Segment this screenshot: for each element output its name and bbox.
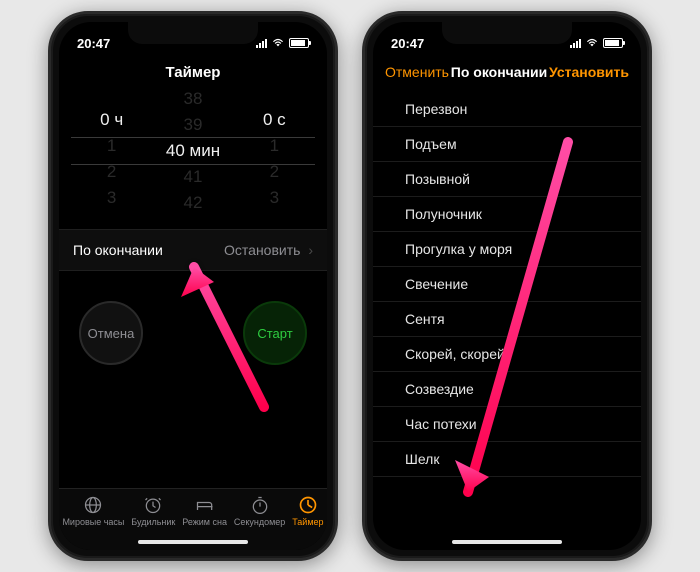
list-item[interactable]: Свечение	[373, 267, 641, 302]
tab-stopwatch[interactable]: Секундомер	[234, 495, 285, 527]
notch	[442, 22, 572, 44]
list-item[interactable]: Позывной	[373, 162, 641, 197]
when-ends-value: Остановить	[224, 242, 300, 258]
cancel-button[interactable]: Отмена	[79, 301, 143, 365]
globe-icon	[83, 495, 103, 515]
modal-title: По окончании	[449, 64, 549, 80]
tab-alarm[interactable]: Будильник	[131, 495, 175, 527]
list-item[interactable]: Сентя	[373, 302, 641, 337]
page-title: Таймер	[59, 56, 327, 91]
status-time: 20:47	[77, 36, 110, 51]
when-timer-ends-row[interactable]: По окончании Остановить ›	[59, 229, 327, 271]
cancel-button[interactable]: Отменить	[385, 64, 449, 80]
status-indicators	[570, 38, 623, 48]
when-ends-label: По окончании	[73, 242, 163, 258]
picker-seconds[interactable]: 0 с 1 2 3	[234, 91, 315, 211]
tab-timer[interactable]: Таймер	[292, 495, 323, 527]
modal-header: Отменить По окончании Установить	[373, 56, 641, 90]
alarm-icon	[143, 495, 163, 515]
timer-icon	[298, 495, 318, 515]
start-button[interactable]: Старт	[243, 301, 307, 365]
status-time: 20:47	[391, 36, 424, 51]
stopwatch-icon	[250, 495, 270, 515]
list-item[interactable]: Скорей, скорей	[373, 337, 641, 372]
time-picker[interactable]: 0 ч 1 2 3 37 38 39 40 мин 41 42 43 0 с 1	[71, 91, 315, 211]
list-item[interactable]: Прогулка у моря	[373, 232, 641, 267]
status-indicators	[256, 38, 309, 48]
list-item[interactable]: Подъем	[373, 127, 641, 162]
list-item[interactable]: Полуночник	[373, 197, 641, 232]
chevron-right-icon: ›	[308, 242, 313, 258]
list-item[interactable]: Созвездие	[373, 372, 641, 407]
tab-world-clock[interactable]: Мировые часы	[62, 495, 124, 527]
bed-icon	[195, 495, 215, 515]
list-item[interactable]: Шелк	[373, 442, 641, 477]
set-button[interactable]: Установить	[549, 64, 629, 80]
sound-list[interactable]: Перезвон Подъем Позывной Полуночник Прог…	[373, 92, 641, 486]
home-indicator[interactable]	[452, 540, 562, 544]
home-indicator[interactable]	[138, 540, 248, 544]
phone-timer: 20:47 Таймер 0 ч 1 2 3 37 38 39	[48, 11, 338, 561]
list-item[interactable]: Электросхема	[373, 477, 641, 486]
tab-bedtime[interactable]: Режим сна	[182, 495, 227, 527]
notch	[128, 22, 258, 44]
list-item[interactable]: Час потехи	[373, 407, 641, 442]
picker-hours[interactable]: 0 ч 1 2 3	[71, 91, 152, 211]
picker-minutes[interactable]: 37 38 39 40 мин 41 42 43	[152, 91, 233, 211]
phone-sound-picker: 20:47 Отменить По окончании Установить П…	[362, 11, 652, 561]
list-item[interactable]: Перезвон	[373, 92, 641, 127]
